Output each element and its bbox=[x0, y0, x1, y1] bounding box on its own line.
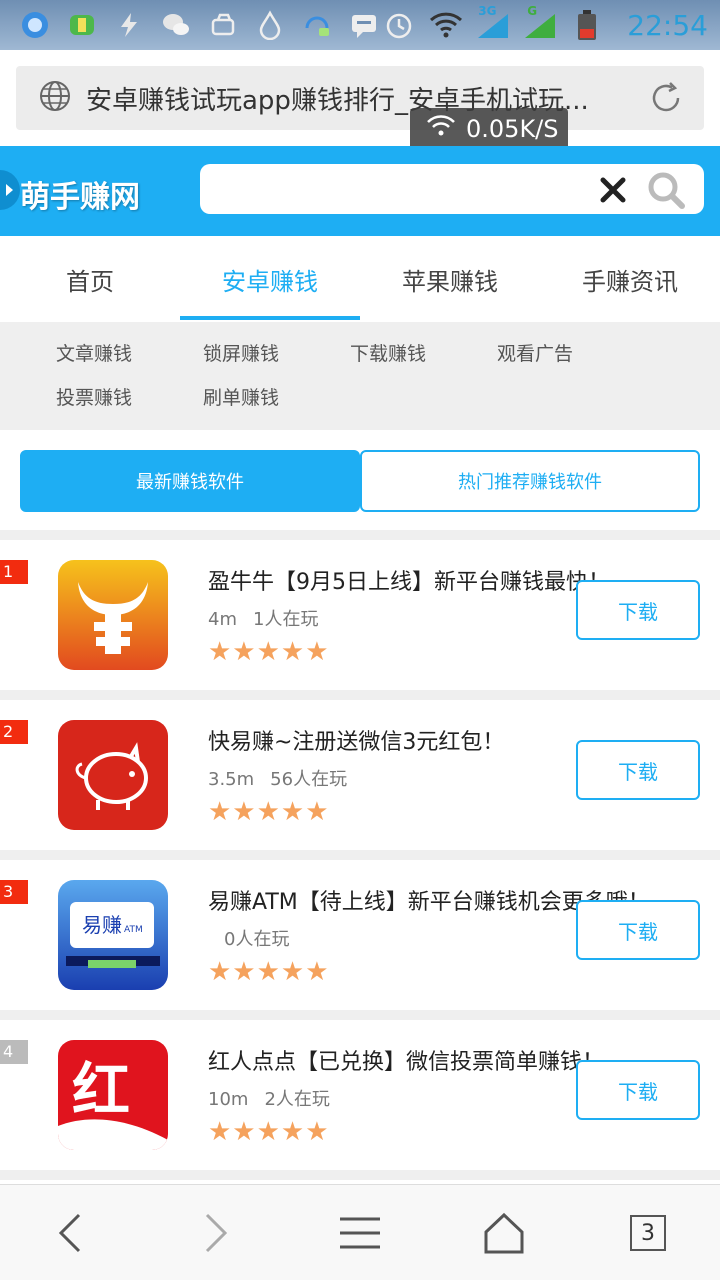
app-icon-atm[interactable]: 易赚 ATM bbox=[58, 880, 168, 990]
subnav-watch-ads[interactable]: 观看广告 bbox=[497, 339, 573, 366]
menu-toggle[interactable] bbox=[0, 170, 20, 210]
site-logo[interactable]: 萌手赚网 bbox=[20, 172, 140, 216]
subnav-download[interactable]: 下载赚钱 bbox=[350, 339, 426, 366]
app-icon-bull[interactable] bbox=[58, 560, 168, 670]
battery-icon bbox=[570, 8, 604, 42]
game-icon bbox=[65, 8, 99, 42]
clock: 22:54 bbox=[627, 8, 708, 42]
app-icon-piggy[interactable] bbox=[58, 720, 168, 830]
tab-count: 3 bbox=[630, 1215, 666, 1251]
app-players: 2人在玩 bbox=[264, 1089, 330, 1110]
message-icon bbox=[347, 8, 381, 42]
rank-badge: 3 bbox=[0, 880, 28, 904]
network-speed-overlay: 0.05K/S bbox=[410, 108, 568, 150]
cloud-icon bbox=[206, 8, 240, 42]
app-size: 10m bbox=[208, 1089, 249, 1110]
qq-browser-icon bbox=[18, 8, 52, 42]
search-box bbox=[200, 164, 704, 214]
rating-stars: ★★★★★ bbox=[208, 637, 330, 667]
wechat-icon bbox=[159, 8, 193, 42]
tab-news[interactable]: 手赚资讯 bbox=[540, 236, 720, 322]
app-size: 4m bbox=[208, 609, 237, 630]
rating-stars: ★★★★★ bbox=[208, 957, 330, 987]
site-header: 萌手赚网 bbox=[0, 146, 720, 236]
status-right: 3G G 22:54 bbox=[382, 0, 708, 50]
app-size: 3.5m bbox=[208, 769, 255, 790]
download-button[interactable]: 下载 bbox=[576, 580, 700, 640]
download-button[interactable]: 下载 bbox=[576, 740, 700, 800]
speed-value: 0.05K/S bbox=[466, 115, 559, 143]
signal-3g-icon: 3G bbox=[476, 4, 510, 42]
list-divider bbox=[0, 1170, 720, 1184]
url-field[interactable]: 安卓赚钱试玩app赚钱排行_安卓手机试玩... bbox=[16, 66, 704, 130]
menu-icon[interactable] bbox=[338, 1211, 382, 1255]
tab-hot-apps[interactable]: 热门推荐赚钱软件 bbox=[360, 450, 700, 512]
download-button[interactable]: 下载 bbox=[576, 900, 700, 960]
wifi-icon bbox=[426, 114, 456, 144]
subnav-lockscreen[interactable]: 锁屏赚钱 bbox=[203, 339, 279, 366]
clear-icon[interactable] bbox=[598, 175, 628, 205]
app-meta: 3.5m 56人在玩 bbox=[208, 765, 347, 791]
app-meta: 0人在玩 bbox=[208, 925, 289, 951]
tab-latest-apps[interactable]: 最新赚钱软件 bbox=[20, 450, 360, 512]
app-players: 0人在玩 bbox=[224, 929, 290, 950]
tab-android-earn[interactable]: 安卓赚钱 bbox=[180, 236, 360, 322]
wifi-icon bbox=[429, 8, 463, 42]
tab-home[interactable]: 首页 bbox=[0, 236, 180, 322]
drop-icon bbox=[253, 8, 287, 42]
search-icon[interactable] bbox=[646, 170, 686, 210]
rank-badge: 4 bbox=[0, 1040, 28, 1064]
app-meta: 4m 1人在玩 bbox=[208, 605, 318, 631]
atm-brand-text: 易赚 bbox=[82, 913, 122, 937]
red-char: 红 bbox=[72, 1056, 130, 1124]
forward-icon[interactable] bbox=[194, 1211, 238, 1255]
refresh-icon[interactable] bbox=[648, 80, 684, 116]
download-button[interactable]: 下载 bbox=[576, 1060, 700, 1120]
signal-g-icon: G bbox=[523, 4, 557, 42]
list-item: 4 红 红人点点【已兑换】微信投票简单赚钱！ 10m 2人在玩 ★★★★★ 下载 bbox=[0, 1010, 720, 1160]
search-input[interactable] bbox=[214, 172, 594, 206]
app-players: 56人在玩 bbox=[270, 769, 348, 790]
back-icon[interactable] bbox=[48, 1211, 92, 1255]
home-icon[interactable] bbox=[482, 1211, 526, 1255]
globe-icon bbox=[38, 79, 72, 117]
app-title[interactable]: 盈牛牛【9月5日上线】新平台赚钱最快！ bbox=[208, 564, 610, 596]
rank-badge: 1 bbox=[0, 560, 28, 584]
browser-address-bar: 安卓赚钱试玩app赚钱排行_安卓手机试玩... 0.05K/S bbox=[0, 50, 720, 150]
subnav-order[interactable]: 刷单赚钱 bbox=[203, 383, 279, 410]
headset-icon bbox=[300, 8, 334, 42]
app-meta: 10m 2人在玩 bbox=[208, 1085, 330, 1111]
browser-toolbar: 3 bbox=[0, 1184, 720, 1280]
rating-stars: ★★★★★ bbox=[208, 797, 330, 827]
network-g-label: G bbox=[527, 4, 538, 18]
network-3g-label: 3G bbox=[478, 4, 497, 18]
rank-badge: 2 bbox=[0, 720, 28, 744]
alarm-icon bbox=[382, 8, 416, 42]
app-title[interactable]: 快易赚~注册送微信3元红包！ bbox=[208, 724, 504, 756]
flash-icon bbox=[112, 8, 146, 42]
atm-small-text: ATM bbox=[124, 925, 143, 935]
app-players: 1人在玩 bbox=[253, 609, 319, 630]
subnav-article[interactable]: 文章赚钱 bbox=[56, 339, 132, 366]
subnav-vote[interactable]: 投票赚钱 bbox=[56, 383, 132, 410]
app-icon-red[interactable]: 红 bbox=[58, 1040, 168, 1150]
rating-stars: ★★★★★ bbox=[208, 1117, 330, 1147]
list-item: 1 盈牛牛【9月5日上线】新平台赚钱最快！ 4m 1人在玩 ★★★★★ 下载 bbox=[0, 530, 720, 680]
sub-nav: 文章赚钱 锁屏赚钱 下载赚钱 观看广告 投票赚钱 刷单赚钱 bbox=[0, 322, 720, 430]
tabs-button[interactable]: 3 bbox=[626, 1211, 670, 1255]
main-nav: 首页 安卓赚钱 苹果赚钱 手赚资讯 bbox=[0, 236, 720, 322]
status-bar: 3G G 22:54 bbox=[0, 0, 720, 50]
tab-apple-earn[interactable]: 苹果赚钱 bbox=[360, 236, 540, 322]
list-item: 3 易赚 ATM 易赚ATM【待上线】新平台赚钱机会更多哦！ 0人在玩 ★★★★… bbox=[0, 850, 720, 1000]
app-title[interactable]: 红人点点【已兑换】微信投票简单赚钱！ bbox=[208, 1044, 604, 1076]
list-item: 2 快易赚~注册送微信3元红包！ 3.5m 56人在玩 ★★★★★ 下载 bbox=[0, 690, 720, 840]
